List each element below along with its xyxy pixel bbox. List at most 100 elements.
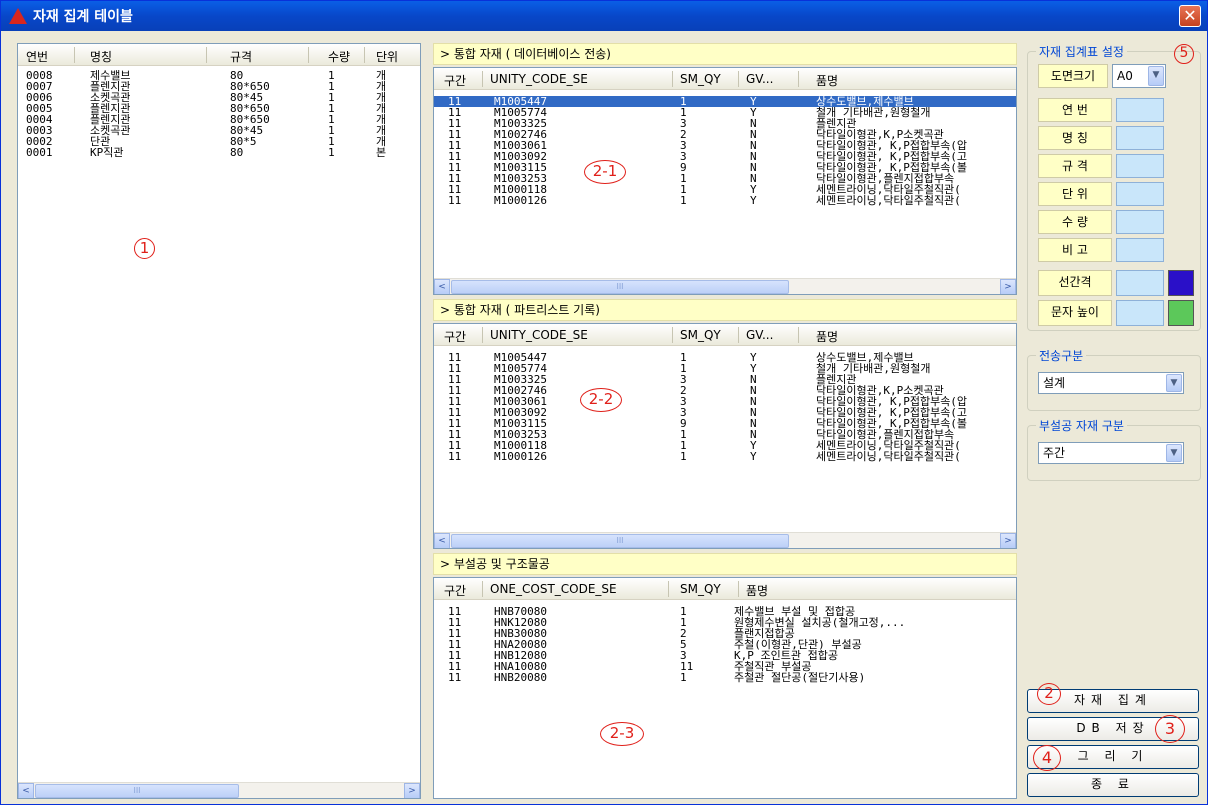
table-row[interactable]: 11 M1000126 1 Y 세멘트라이닝,닥타일주철직관( bbox=[434, 195, 1016, 206]
settings-field-input[interactable] bbox=[1116, 126, 1164, 150]
table-row[interactable]: 0008 제수밸브 80 1 개 bbox=[18, 70, 420, 81]
settings-field-input[interactable] bbox=[1116, 98, 1164, 122]
table-row[interactable]: 11 M1005774 1 Y 철개 기타배관,원형철개 bbox=[434, 107, 1016, 118]
settings-field-input[interactable] bbox=[1116, 182, 1164, 206]
text-height-color-swatch[interactable] bbox=[1168, 300, 1194, 326]
table-cell: 플렌지관 bbox=[90, 103, 131, 114]
partlist-list[interactable]: 구간 UNITY_CODE_SE SM_QY GV... 품명 11 M10054… bbox=[433, 323, 1017, 549]
table-row[interactable]: 11 M1003253 1 N 닥타일이형관,플렌지접합부속 bbox=[434, 173, 1016, 184]
table-cell: 11 bbox=[448, 173, 462, 184]
col-header-unit[interactable]: 단위 bbox=[376, 48, 398, 65]
table-row[interactable]: 11 M1002746 2 N 닥타일이형관,K,P소켓곡관 bbox=[434, 129, 1016, 140]
chevron-down-icon[interactable]: ▼ bbox=[1148, 66, 1164, 86]
table-row[interactable]: 0004 플렌지관 80*650 1 개 bbox=[18, 114, 420, 125]
line-spacing-input[interactable] bbox=[1116, 270, 1164, 296]
col-header-section[interactable]: 구간 bbox=[444, 328, 466, 345]
table-row[interactable]: 11 HNA20080 5 주철(이형관,단관) 부설공 bbox=[434, 639, 1016, 650]
horizontal-scrollbar[interactable]: < III > bbox=[434, 278, 1016, 294]
table-row[interactable]: 11 M1003092 3 N 닥타일이형관, K,P접합부속(고 bbox=[434, 407, 1016, 418]
scroll-right-icon[interactable]: > bbox=[404, 783, 420, 798]
settings-field-input[interactable] bbox=[1116, 210, 1164, 234]
chevron-down-icon[interactable]: ▼ bbox=[1166, 444, 1182, 462]
table-row[interactable]: 11 M1005774 1 Y 철개 기타배관,원형철개 bbox=[434, 363, 1016, 374]
table-row[interactable]: 11 HNK12080 1 원형제수변실 설치공(철개고정,... bbox=[434, 617, 1016, 628]
col-header-no[interactable]: 연번 bbox=[26, 48, 48, 65]
table-row[interactable]: 11 M1003092 3 N 닥타일이형관, K,P접합부속(고 bbox=[434, 151, 1016, 162]
table-row[interactable]: 11 M1003325 3 N 플렌지관 bbox=[434, 118, 1016, 129]
table-row[interactable]: 11 M1003115 9 N 닥타일이형관, K,P접합부속(볼 bbox=[434, 162, 1016, 173]
table-row[interactable]: 11 HNB20080 1 주철관 절단공(절단기사용) bbox=[434, 672, 1016, 683]
table-row[interactable]: 11 M1000118 1 Y 세멘트라이닝,닥타일주철직관( bbox=[434, 184, 1016, 195]
table-cell: 1 bbox=[328, 92, 335, 103]
scroll-thumb[interactable]: III bbox=[451, 280, 789, 294]
table-row[interactable]: 0007 플렌지관 80*650 1 개 bbox=[18, 81, 420, 92]
table-cell: 80 bbox=[230, 147, 244, 158]
col-header-sm-qy[interactable]: SM_QY bbox=[680, 582, 721, 596]
col-header-qty[interactable]: 수량 bbox=[328, 48, 350, 65]
table-row[interactable]: 0002 단관 80*5 1 개 bbox=[18, 136, 420, 147]
col-header-spec[interactable]: 규격 bbox=[230, 48, 252, 65]
title-bar[interactable]: 자재 집계 테이블 ✕ bbox=[1, 1, 1207, 31]
table-row[interactable]: 11 M1003253 1 N 닥타일이형관,플렌지접합부속 bbox=[434, 429, 1016, 440]
table-cell: 1 bbox=[680, 617, 687, 628]
col-header-one-cost-code[interactable]: ONE_COST_CODE_SE bbox=[490, 582, 617, 596]
table-row[interactable]: 11 M1003115 9 N 닥타일이형관, K,P접합부속(볼 bbox=[434, 418, 1016, 429]
col-header-item-name[interactable]: 품명 bbox=[816, 72, 838, 89]
table-row[interactable]: 11 HNB12080 3 K,P 조인트관 접합공 bbox=[434, 650, 1016, 661]
col-header-gv[interactable]: GV... bbox=[746, 328, 773, 342]
settings-field-label: 단 위 bbox=[1038, 182, 1112, 206]
table-row[interactable]: 11 M1003061 3 N 닥타일이형관, K,P접합부속(압 bbox=[434, 140, 1016, 151]
scroll-left-icon[interactable]: < bbox=[434, 533, 450, 548]
col-header-item-name[interactable]: 품명 bbox=[746, 582, 768, 599]
db-transfer-list[interactable]: 구간 UNITY_CODE_SE SM_QY GV... 품명 11 M10054… bbox=[433, 67, 1017, 295]
table-row[interactable]: 0003 소켓곡관 80*45 1 개 bbox=[18, 125, 420, 136]
table-row[interactable]: 0006 소켓곡관 80*45 1 개 bbox=[18, 92, 420, 103]
draw-button-label: 그 리 기 bbox=[1077, 749, 1149, 763]
table-row[interactable]: 11 M1002746 2 N 닥타일이형관,K,P소켓곡관 bbox=[434, 385, 1016, 396]
close-icon[interactable]: ✕ bbox=[1179, 5, 1201, 27]
scroll-left-icon[interactable]: < bbox=[434, 279, 450, 294]
category-select[interactable]: 주간 ▼ bbox=[1038, 442, 1184, 464]
sheet-size-select[interactable]: A0 ▼ bbox=[1112, 64, 1166, 88]
col-header-unity-code[interactable]: UNITY_CODE_SE bbox=[490, 72, 588, 86]
col-header-unity-code[interactable]: UNITY_CODE_SE bbox=[490, 328, 588, 342]
table-row[interactable]: 11 M1003061 3 N 닥타일이형관, K,P접합부속(압 bbox=[434, 396, 1016, 407]
table-row[interactable]: 11 HNA10080 11 주철직관 부설공 bbox=[434, 661, 1016, 672]
col-header-item-name[interactable]: 품명 bbox=[816, 328, 838, 345]
scroll-thumb[interactable]: III bbox=[35, 784, 239, 798]
table-cell: M1000126 bbox=[494, 195, 547, 206]
scroll-left-icon[interactable]: < bbox=[18, 783, 34, 798]
scroll-right-icon[interactable]: > bbox=[1000, 279, 1016, 294]
col-header-gv[interactable]: GV... bbox=[746, 72, 773, 86]
horizontal-scrollbar[interactable]: < III > bbox=[18, 782, 420, 798]
horizontal-scrollbar[interactable]: < III > bbox=[434, 532, 1016, 548]
table-row[interactable]: 0005 플렌지관 80*650 1 개 bbox=[18, 103, 420, 114]
exit-button[interactable]: 종 료 bbox=[1027, 773, 1199, 797]
table-row[interactable]: 11 M1005447 1 Y 상수도밸브,제수밸브 bbox=[434, 96, 1016, 107]
col-header-sm-qy[interactable]: SM_QY bbox=[680, 72, 721, 86]
table-cell: 5 bbox=[680, 639, 687, 650]
table-row[interactable]: 11 M1005447 1 Y 상수도밸브,제수밸브 bbox=[434, 352, 1016, 363]
table-cell: HNA20080 bbox=[494, 639, 547, 650]
table-row[interactable]: 0001 KP직관 80 1 본 bbox=[18, 147, 420, 158]
material-list-panel[interactable]: 연번 명칭 규격 수량 단위 0008 제수밸브 80 1 개 0007 플렌지관 80*65… bbox=[17, 43, 421, 799]
text-height-input[interactable] bbox=[1116, 300, 1164, 326]
table-row[interactable]: 11 M1000126 1 Y 세멘트라이닝,닥타일주철직관( bbox=[434, 451, 1016, 462]
col-header-sm-qy[interactable]: SM_QY bbox=[680, 328, 721, 342]
table-cell: 1 bbox=[328, 147, 335, 158]
table-row[interactable]: 11 HNB70080 1 제수밸브 부설 및 접합공 bbox=[434, 606, 1016, 617]
installation-list[interactable]: 구간 ONE_COST_CODE_SE SM_QY 품명 11 HNB70080 1… bbox=[433, 577, 1017, 799]
settings-field-input[interactable] bbox=[1116, 154, 1164, 178]
col-header-name[interactable]: 명칭 bbox=[90, 48, 112, 65]
col-header-section[interactable]: 구간 bbox=[444, 72, 466, 89]
scroll-right-icon[interactable]: > bbox=[1000, 533, 1016, 548]
table-row[interactable]: 11 M1000118 1 Y 세멘트라이닝,닥타일주철직관( bbox=[434, 440, 1016, 451]
settings-field-input[interactable] bbox=[1116, 238, 1164, 262]
col-header-section[interactable]: 구간 bbox=[444, 582, 466, 599]
scroll-thumb[interactable]: III bbox=[451, 534, 789, 548]
line-spacing-color-swatch[interactable] bbox=[1168, 270, 1194, 296]
chevron-down-icon[interactable]: ▼ bbox=[1166, 374, 1182, 392]
table-row[interactable]: 11 HNB30080 2 플랜지접합공 bbox=[434, 628, 1016, 639]
transfer-select[interactable]: 설계 ▼ bbox=[1038, 372, 1184, 394]
table-row[interactable]: 11 M1003325 3 N 플렌지관 bbox=[434, 374, 1016, 385]
